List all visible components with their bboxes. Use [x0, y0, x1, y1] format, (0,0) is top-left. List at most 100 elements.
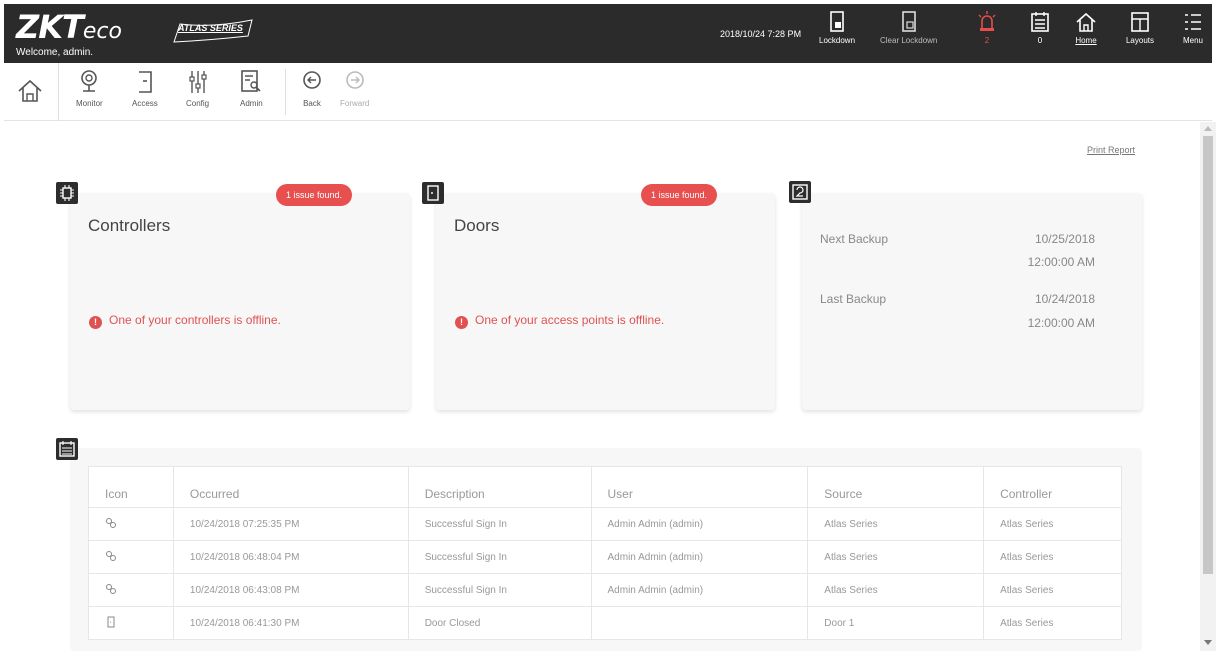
scroll-thumb[interactable]: [1203, 136, 1213, 574]
home-icon: [1076, 12, 1096, 32]
admin-icon: [241, 70, 261, 92]
cell-user: Admin Admin (admin): [590, 573, 809, 607]
clear-lockdown-button[interactable]: Clear Lockdown: [880, 10, 937, 45]
next-backup-time: 12:00:00 AM: [1027, 255, 1095, 269]
cell-controller: Atlas Series: [983, 573, 1122, 607]
back-button[interactable]: Back: [301, 69, 323, 108]
table-header-row: Icon Occurred Description User Source Co…: [88, 466, 1122, 508]
column-header-occurred[interactable]: Occurred: [172, 466, 409, 508]
menu-icon: [1185, 14, 1201, 30]
clear-lockdown-label: Clear Lockdown: [880, 36, 938, 45]
alarms-button[interactable]: 2: [976, 10, 998, 45]
cell-controller: Atlas Series: [983, 507, 1122, 541]
series-badge-text: ATLAS SERIES: [178, 23, 243, 33]
print-report-link[interactable]: Print Report: [1087, 145, 1135, 155]
logo-text: ZKT: [16, 8, 84, 46]
doors-title: Doors: [454, 216, 500, 235]
home-outline-icon: [18, 79, 42, 102]
next-backup-date: 10/25/2018: [1034, 232, 1095, 246]
column-header-controller[interactable]: Controller: [983, 466, 1122, 508]
top-header: ZKTeco Welcome, admin. ATLAS SERIES 2018…: [4, 4, 1212, 63]
table-row[interactable]: 10/24/2018 06:48:04 PM Successful Sign I…: [88, 540, 1122, 574]
layouts-icon: [1131, 12, 1149, 32]
cell-description: Successful Sign In: [407, 573, 592, 607]
table-row[interactable]: 10/24/2018 07:25:35 PM Successful Sign I…: [88, 507, 1122, 541]
nav-separator-2: [285, 69, 286, 115]
last-backup-label: Last Backup: [820, 292, 887, 306]
cell-occurred: 10/24/2018 06:48:04 PM: [172, 540, 409, 574]
controllers-issue-badge[interactable]: 1 issue found.: [276, 184, 353, 206]
back-label: Back: [303, 99, 321, 108]
doors-error: ! One of your access points is offline.: [455, 313, 664, 329]
back-arrow-icon: [303, 71, 321, 89]
lockdown-icon: [830, 11, 844, 32]
atlas-series-badge: ATLAS SERIES: [172, 18, 254, 44]
forward-button[interactable]: Forward: [340, 69, 369, 108]
admin-label: Admin: [240, 99, 263, 108]
doors-issue-badge[interactable]: 1 issue found.: [641, 184, 718, 206]
table-row[interactable]: 10/24/2018 06:41:30 PM Door Closed Door …: [88, 606, 1122, 640]
menu-button[interactable]: Menu: [1178, 10, 1208, 45]
next-backup-label: Next Backup: [820, 232, 889, 246]
column-header-user[interactable]: User: [590, 466, 809, 508]
cell-description: Successful Sign In: [407, 540, 592, 574]
table-row[interactable]: 10/24/2018 06:43:08 PM Successful Sign I…: [88, 573, 1122, 607]
zkteco-logo: ZKTeco: [16, 10, 122, 49]
layouts-label: Layouts: [1125, 36, 1155, 45]
calendar-icon: [1031, 12, 1049, 32]
door-icon: [422, 182, 444, 204]
cell-source: Atlas Series: [807, 540, 985, 574]
users-icon: [106, 583, 116, 594]
error-icon: !: [89, 316, 102, 329]
events-button[interactable]: 0: [1029, 10, 1051, 45]
sliders-icon: [188, 71, 207, 93]
layouts-button[interactable]: Layouts: [1122, 10, 1158, 45]
cell-user: [590, 606, 809, 640]
events-calendar-icon: [56, 438, 78, 460]
config-button[interactable]: Config: [186, 69, 209, 108]
cell-description: Successful Sign In: [407, 507, 592, 541]
error-icon: !: [455, 316, 468, 329]
home-header-button[interactable]: Home: [1072, 10, 1100, 45]
cell-controller: Atlas Series: [983, 606, 1122, 640]
nav-toolbar: Monitor Access Config Admin Back Forward: [4, 63, 1212, 121]
cell-description: Door Closed: [407, 606, 592, 640]
cell-source: Atlas Series: [807, 573, 985, 607]
admin-button[interactable]: Admin: [240, 69, 263, 108]
users-icon: [106, 517, 116, 528]
column-header-icon[interactable]: Icon: [88, 466, 174, 508]
controllers-title: Controllers: [88, 216, 171, 235]
header-datetime: 2018/10/24 7:28 PM: [720, 29, 802, 39]
last-backup-time: 12:00:00 AM: [1027, 316, 1095, 330]
vertical-scrollbar[interactable]: [1200, 122, 1216, 651]
access-door-icon: [138, 71, 152, 93]
scroll-up-arrow[interactable]: [1204, 126, 1212, 131]
monitor-button[interactable]: Monitor: [76, 69, 103, 108]
menu-label: Menu: [1182, 36, 1203, 45]
backup-icon: [789, 181, 811, 203]
cell-source: Atlas Series: [807, 507, 985, 541]
alarms-count: 2: [984, 36, 990, 45]
lockdown-button[interactable]: Lockdown: [819, 10, 855, 45]
column-header-description[interactable]: Description: [407, 466, 592, 508]
cell-user: Admin Admin (admin): [590, 507, 809, 541]
nav-separator: [58, 63, 59, 121]
column-header-source[interactable]: Source: [807, 466, 985, 508]
cell-user: Admin Admin (admin): [590, 540, 809, 574]
config-label: Config: [186, 99, 210, 108]
controllers-error: ! One of your controllers is offline.: [89, 313, 281, 329]
monitor-label: Monitor: [76, 99, 103, 108]
cell-occurred: 10/24/2018 06:43:08 PM: [172, 573, 409, 607]
siren-icon: [978, 11, 996, 31]
forward-label: Forward: [340, 99, 370, 108]
cell-occurred: 10/24/2018 06:41:30 PM: [172, 606, 409, 640]
access-button[interactable]: Access: [132, 69, 158, 108]
cell-controller: Atlas Series: [983, 540, 1122, 574]
scroll-down-arrow[interactable]: [1204, 640, 1212, 645]
events-count: 0: [1037, 36, 1043, 45]
controllers-error-text: One of your controllers is offline.: [109, 313, 281, 327]
welcome-text: Welcome, admin.: [16, 47, 94, 58]
lockdown-label: Lockdown: [819, 36, 856, 45]
home-nav-button[interactable]: [16, 77, 44, 105]
users-icon: [106, 550, 116, 561]
